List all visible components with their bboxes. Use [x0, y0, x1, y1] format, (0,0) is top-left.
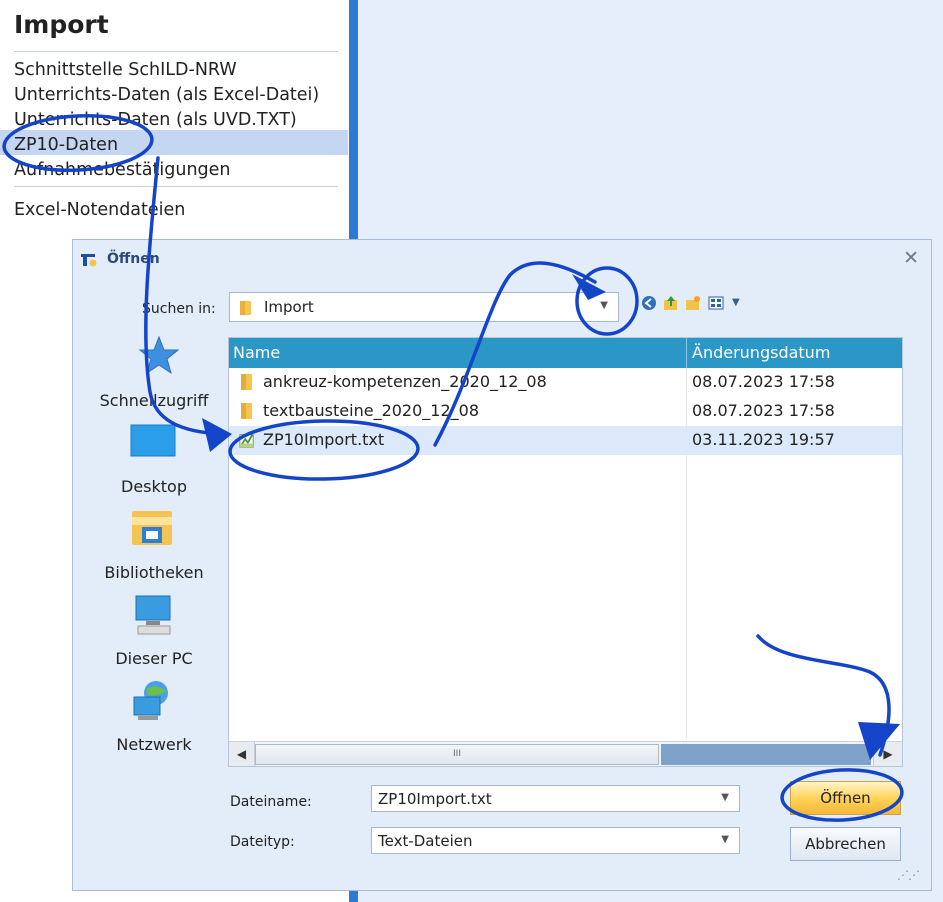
file-row[interactable]: ankreuz-kompetenzen_2020_12_08 08.07.202… — [229, 368, 902, 397]
place-label-libraries[interactable]: Bibliotheken — [79, 563, 229, 582]
view-dropdown-icon[interactable]: ▼ — [732, 297, 740, 308]
look-in-value: Import — [264, 298, 314, 316]
cancel-button[interactable]: Abbrechen — [790, 827, 901, 861]
filetype-label: Dateityp: — [230, 834, 295, 850]
view-menu-icon[interactable] — [708, 295, 724, 311]
place-label-desktop[interactable]: Desktop — [79, 477, 229, 496]
scroll-track[interactable] — [661, 744, 871, 765]
network-icon[interactable] — [130, 679, 176, 721]
file-row-selected[interactable]: ZP10Import.txt 03.11.2023 19:57 — [229, 426, 902, 455]
menu-item-excel-notendateien[interactable]: Excel-Notendateien — [14, 200, 185, 220]
scroll-thumb[interactable]: III — [255, 744, 659, 765]
file-name: textbausteine_2020_12_08 — [263, 401, 479, 420]
folder-icon — [240, 301, 251, 315]
filename-input[interactable]: ZP10Import.txt ▼ — [371, 785, 740, 812]
menu-item-schild-nrw[interactable]: Schnittstelle SchILD-NRW — [14, 60, 237, 80]
computer-icon[interactable] — [130, 594, 176, 636]
filetype-value: Text-Dateien — [378, 832, 473, 850]
chevron-down-icon[interactable]: ▼ — [721, 834, 729, 845]
scroll-right-icon[interactable]: ▶ — [873, 742, 902, 766]
chevron-down-icon[interactable]: ▼ — [721, 792, 729, 803]
file-row[interactable]: textbausteine_2020_12_08 08.07.2023 17:5… — [229, 397, 902, 426]
chevron-down-icon[interactable]: ▼ — [600, 300, 608, 311]
text-file-icon — [239, 434, 254, 448]
filename-value: ZP10Import.txt — [378, 790, 492, 808]
new-folder-icon[interactable] — [685, 295, 701, 311]
place-label-network[interactable]: Netzwerk — [79, 735, 229, 754]
back-icon[interactable] — [641, 295, 657, 311]
menu-title: Import — [14, 10, 109, 39]
dialog-title: Öffnen — [107, 251, 160, 267]
filetype-select[interactable]: Text-Dateien ▼ — [371, 827, 740, 854]
resize-grip-icon[interactable]: ⋰⋰ — [897, 868, 920, 882]
menu-divider — [14, 51, 338, 52]
menu-item-zp10-daten[interactable]: ZP10-Daten — [14, 135, 118, 155]
menu-item-unterricht-uvd[interactable]: Unterrichts-Daten (als UVD.TXT) — [14, 110, 297, 130]
star-icon[interactable] — [135, 335, 179, 375]
file-list[interactable]: Name Änderungsdatum ankreuz-kompetenzen_… — [228, 337, 903, 767]
look-in-label: Suchen in: — [142, 301, 216, 317]
column-header-date[interactable]: Änderungsdatum — [692, 343, 830, 362]
folder-icon — [241, 403, 252, 419]
file-list-header: Name Änderungsdatum — [229, 338, 902, 368]
file-date: 08.07.2023 17:58 — [692, 401, 835, 420]
place-label-this-pc[interactable]: Dieser PC — [79, 649, 229, 668]
horizontal-scrollbar[interactable]: ◀ III ▶ — [229, 741, 902, 766]
column-header-name[interactable]: Name — [233, 343, 280, 362]
scroll-left-icon[interactable]: ◀ — [229, 742, 255, 766]
open-button[interactable]: Öffnen — [790, 781, 901, 815]
up-folder-icon[interactable] — [663, 295, 679, 311]
open-file-dialog: Öffnen ✕ Suchen in: Import ▼ ▼ Schnellzu… — [72, 239, 932, 891]
folder-icon — [241, 374, 252, 390]
menu-divider — [14, 186, 338, 187]
menu-item-aufnahmebestaetigungen[interactable]: Aufnahmebestätigungen — [14, 160, 231, 180]
place-label-quick-access[interactable]: Schnellzugriff — [79, 391, 229, 410]
desktop-icon[interactable] — [130, 424, 176, 458]
look-in-combobox[interactable]: Import ▼ — [229, 292, 619, 322]
file-date: 03.11.2023 19:57 — [692, 430, 835, 449]
filename-label: Dateiname: — [230, 794, 312, 810]
dialog-app-icon — [81, 254, 97, 267]
menu-item-unterricht-excel[interactable]: Unterrichts-Daten (als Excel-Datei) — [14, 85, 319, 105]
file-name: ankreuz-kompetenzen_2020_12_08 — [263, 372, 547, 391]
close-icon[interactable]: ✕ — [903, 247, 919, 269]
libraries-icon[interactable] — [130, 509, 176, 547]
file-name: ZP10Import.txt — [263, 430, 385, 449]
file-date: 08.07.2023 17:58 — [692, 372, 835, 391]
column-divider[interactable] — [686, 338, 687, 368]
